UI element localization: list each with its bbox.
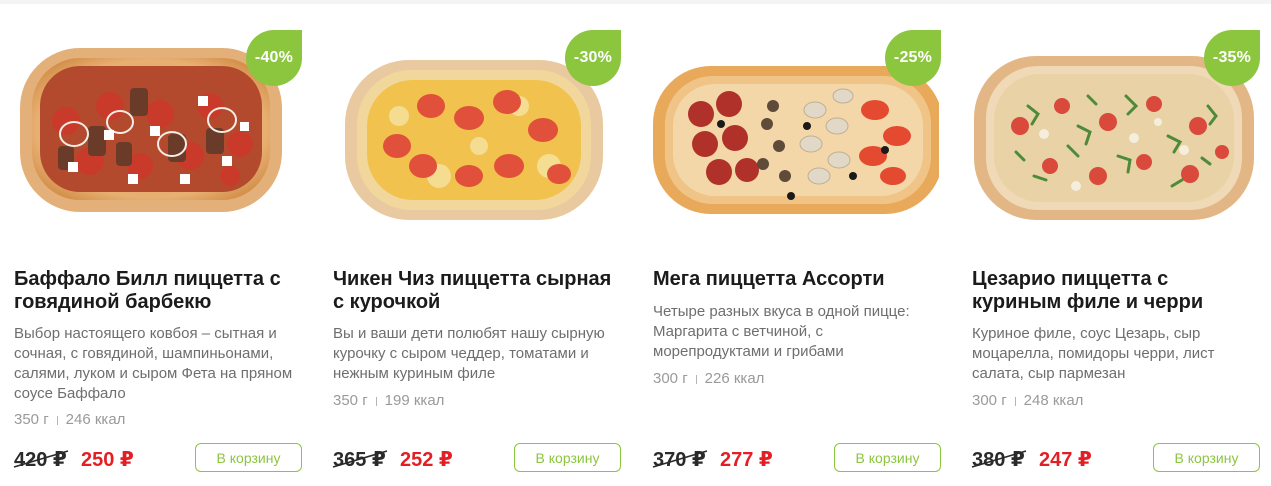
add-to-cart-button[interactable]: В корзину xyxy=(834,443,941,472)
add-to-cart-button[interactable]: В корзину xyxy=(514,443,621,472)
meta-separator xyxy=(375,396,377,406)
product-card[interactable]: -35% Цезарио пиццетта с куриным филе и ч… xyxy=(958,0,1260,486)
product-meta: 300 г 226 ккал xyxy=(653,370,764,388)
product-title[interactable]: Баффало Билл пиццетта с говядиной барбек… xyxy=(14,268,302,314)
strikethrough-icon xyxy=(652,450,708,468)
product-weight: 350 г xyxy=(333,392,368,409)
product-meta: 350 г 246 ккал xyxy=(14,411,125,429)
strikethrough-icon xyxy=(13,450,69,468)
product-card[interactable]: -25% Мега пиццетта Ассорти Четыре разных… xyxy=(639,0,941,486)
product-meta: 350 г 199 ккал xyxy=(333,392,444,410)
product-card[interactable]: -40% Баффало Билл пиццетта с говядиной б… xyxy=(0,0,302,486)
product-description: Куриное филе, соус Цезарь, сыр моцарелла… xyxy=(972,325,1215,382)
new-price: 252 ₽ xyxy=(400,449,453,471)
product-weight: 350 г xyxy=(14,411,49,428)
discount-badge: -25% xyxy=(885,30,941,86)
meta-separator xyxy=(695,374,697,384)
price-row: 370 ₽ 277 ₽ В корзину xyxy=(652,443,943,475)
product-description: Вы и ваши дети полюбят нашу сырную куроч… xyxy=(333,325,605,382)
new-price: 277 ₽ xyxy=(720,449,773,471)
product-description: Четыре разных вкуса в одной пицце: Марга… xyxy=(653,303,910,360)
strikethrough-icon xyxy=(971,450,1027,468)
product-meta: 300 г 248 ккал xyxy=(972,392,1083,410)
discount-badge: -40% xyxy=(246,30,302,86)
product-title[interactable]: Цезарио пиццетта с куриным филе и черри xyxy=(972,268,1260,314)
product-weight: 300 г xyxy=(972,392,1007,409)
product-title[interactable]: Чикен Чиз пиццетта сырная с курочкой xyxy=(333,268,621,314)
product-title[interactable]: Мега пиццетта Ассорти xyxy=(653,268,941,291)
product-description: Выбор настоящего ковбоя – сытная и сочна… xyxy=(14,325,293,402)
price-row: 365 ₽ 252 ₽ В корзину xyxy=(332,443,623,475)
price-row: 420 ₽ 250 ₽ В корзину xyxy=(13,443,304,475)
strikethrough-icon xyxy=(332,450,388,468)
discount-badge: -35% xyxy=(1204,30,1260,86)
product-weight: 300 г xyxy=(653,370,688,387)
price-row: 380 ₽ 247 ₽ В корзину xyxy=(971,443,1262,475)
add-to-cart-button[interactable]: В корзину xyxy=(195,443,302,472)
discount-badge: -30% xyxy=(565,30,621,86)
product-grid-page: -40% Баффало Билл пиццетта с говядиной б… xyxy=(0,0,1271,486)
product-card[interactable]: -30% Чикен Чиз пиццетта сырная с курочко… xyxy=(319,0,621,486)
product-calories: 246 ккал xyxy=(65,411,126,428)
new-price: 247 ₽ xyxy=(1039,449,1092,471)
meta-separator xyxy=(1014,396,1016,406)
add-to-cart-button[interactable]: В корзину xyxy=(1153,443,1260,472)
product-calories: 248 ккал xyxy=(1023,392,1084,409)
new-price: 250 ₽ xyxy=(81,449,134,471)
product-calories: 199 ккал xyxy=(384,392,445,409)
product-calories: 226 ккал xyxy=(704,370,765,387)
meta-separator xyxy=(56,415,58,425)
